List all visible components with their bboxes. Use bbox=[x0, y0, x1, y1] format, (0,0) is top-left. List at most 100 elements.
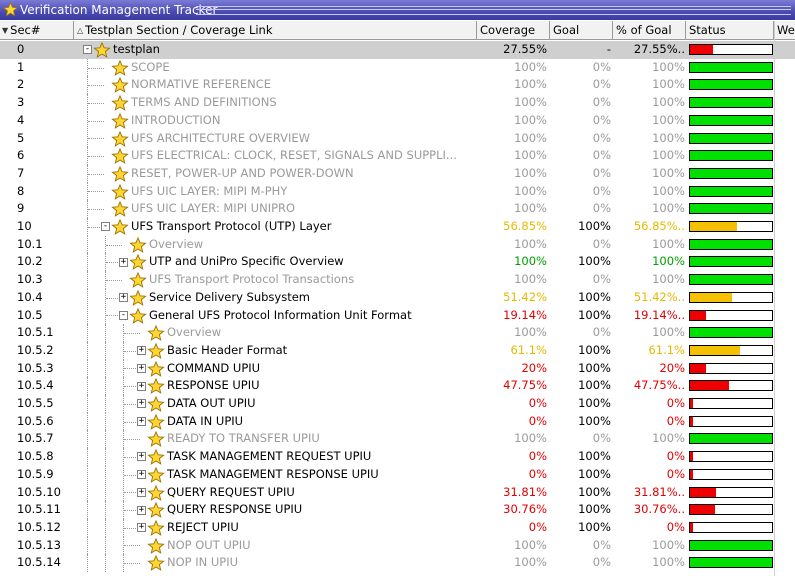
table-row[interactable]: 10.5.10 + QUERY REQUEST UPIU 31.81% 100% 31.8… bbox=[0, 483, 795, 502]
row-section-label[interactable]: RESET, POWER-UP AND POWER-DOWN bbox=[131, 165, 354, 183]
table-row[interactable]: 10.1 Overview 100% 0% 100% bbox=[0, 235, 795, 254]
table-row[interactable]: 7 RESET, POWER-UP AND POWER-DOWN 100% 0% 100… bbox=[0, 164, 795, 183]
row-section-label[interactable]: Overview bbox=[149, 236, 203, 254]
row-section-label[interactable]: UFS Transport Protocol Transactions bbox=[149, 271, 354, 289]
row-section-label[interactable]: SCOPE bbox=[131, 59, 170, 77]
expand-icon[interactable]: + bbox=[137, 399, 146, 409]
status-progress-fill bbox=[690, 204, 772, 214]
tree-branch-line bbox=[88, 102, 104, 104]
table-row[interactable]: 10.3 UFS Transport Protocol Transactions 1… bbox=[0, 271, 795, 289]
table-row[interactable]: 1 SCOPE 100% 0% 100% bbox=[0, 58, 795, 77]
row-section-label[interactable]: INTRODUCTION bbox=[131, 112, 220, 130]
table-row[interactable]: 10.5.11 + QUERY RESPONSE UPIU 30.76% 100% 30.… bbox=[0, 501, 795, 519]
table-row[interactable]: 2 NORMATIVE REFERENCE 100% 0% 100% bbox=[0, 76, 795, 95]
table-row[interactable]: 3 TERMS AND DEFINITIONS 100% 0% 100% bbox=[0, 94, 795, 112]
tree-branch-line bbox=[106, 244, 122, 246]
row-section-label[interactable]: READY TO TRANSFER UPIU bbox=[167, 430, 320, 448]
row-section-label[interactable]: UFS UIC LAYER: MIPI M-PHY bbox=[131, 183, 287, 201]
table-row[interactable]: 10.5.9 + TASK MANAGEMENT RESPONSE UPIU 0% 10… bbox=[0, 465, 795, 484]
status-progress-bar bbox=[689, 539, 773, 551]
collapse-icon[interactable]: - bbox=[101, 222, 110, 232]
header-status[interactable]: Status bbox=[686, 21, 774, 39]
row-section-label[interactable]: UFS ARCHITECTURE OVERVIEW bbox=[131, 130, 310, 148]
table-row[interactable]: 10.5.1 Overview 100% 0% 100% bbox=[0, 324, 795, 342]
header-section[interactable]: △ Testplan Section / Coverage Link bbox=[74, 21, 477, 39]
row-section-label[interactable]: Overview bbox=[167, 324, 221, 342]
row-section-label[interactable]: UFS Transport Protocol (UTP) Layer bbox=[131, 218, 331, 236]
table-row[interactable]: 10.5.4 + RESPONSE UPIU 47.75% 100% 47.75%.. bbox=[0, 377, 795, 395]
header-coverage[interactable]: Coverage bbox=[477, 21, 550, 39]
expand-icon[interactable]: + bbox=[137, 487, 146, 497]
expand-icon[interactable]: + bbox=[137, 346, 146, 356]
row-goal: 100% bbox=[578, 289, 611, 304]
expand-icon[interactable]: + bbox=[137, 523, 146, 533]
window-titlebar[interactable]: Verification Management Tracker bbox=[0, 0, 795, 20]
table-row[interactable]: 8 UFS UIC LAYER: MIPI M-PHY 100% 0% 100% bbox=[0, 182, 795, 201]
row-section-label[interactable]: QUERY RESPONSE UPIU bbox=[167, 501, 302, 519]
row-section-label[interactable]: Basic Header Format bbox=[167, 342, 287, 360]
expand-icon[interactable]: + bbox=[137, 381, 146, 391]
expand-icon[interactable]: + bbox=[137, 505, 146, 515]
table-row[interactable]: 10 - UFS Transport Protocol (UTP) Layer 56.… bbox=[0, 218, 795, 236]
expand-icon[interactable]: + bbox=[137, 363, 146, 373]
header-sec[interactable]: ▼ Sec# bbox=[0, 21, 74, 39]
header-pog[interactable]: % of Goal bbox=[613, 21, 686, 39]
expand-icon[interactable]: + bbox=[137, 452, 146, 462]
expand-icon[interactable]: + bbox=[119, 293, 128, 303]
row-section-label[interactable]: UFS UIC LAYER: MIPI UNIPRO bbox=[131, 200, 295, 218]
expand-icon[interactable]: + bbox=[119, 257, 128, 267]
tree-guide-line bbox=[87, 341, 88, 360]
row-section-label[interactable]: General UFS Protocol Information Unit Fo… bbox=[149, 307, 412, 325]
table-row[interactable]: 10.5.5 + DATA OUT UPIU 0% 100% 0% bbox=[0, 395, 795, 413]
expand-icon[interactable]: + bbox=[137, 417, 146, 427]
row-status bbox=[688, 554, 774, 572]
status-progress-bar bbox=[689, 185, 773, 197]
row-section-label[interactable]: testplan bbox=[113, 41, 160, 59]
table-row[interactable]: 10.4 + Service Delivery Subsystem 51.42% 100… bbox=[0, 288, 795, 307]
table-row[interactable]: 9 UFS UIC LAYER: MIPI UNIPRO 100% 0% 100% bbox=[0, 200, 795, 218]
row-section-label[interactable]: NOP OUT UPIU bbox=[167, 537, 251, 555]
row-section-label[interactable]: UFS ELECTRICAL: CLOCK, RESET, SIGNALS AN… bbox=[131, 147, 457, 165]
row-status bbox=[688, 448, 774, 466]
table-row[interactable]: 10.5.2 + Basic Header Format 61.1% 100% 61.1% bbox=[0, 341, 795, 360]
row-coverage: 100% bbox=[514, 183, 547, 198]
row-goal: 100% bbox=[578, 378, 611, 393]
table-row[interactable]: 10.5.14 NOP IN UPIU 100% 0% 100% bbox=[0, 554, 795, 572]
row-section-label[interactable]: UTP and UniPro Specific Overview bbox=[149, 253, 344, 271]
sort-desc-icon[interactable]: ▼ bbox=[2, 22, 8, 40]
tree-guide-line bbox=[105, 501, 106, 519]
status-progress-bar bbox=[689, 521, 773, 533]
row-section-label[interactable]: REJECT UPIU bbox=[167, 519, 239, 537]
row-section-label[interactable]: TASK MANAGEMENT RESPONSE UPIU bbox=[167, 466, 379, 484]
status-progress-bar bbox=[689, 309, 773, 321]
expand-icon[interactable]: + bbox=[137, 470, 146, 480]
table-row[interactable]: 10.5 - General UFS Protocol Information Un… bbox=[0, 306, 795, 325]
table-row[interactable]: 6 UFS ELECTRICAL: CLOCK, RESET, SIGNALS A… bbox=[0, 147, 795, 165]
row-section-label[interactable]: TERMS AND DEFINITIONS bbox=[131, 94, 277, 112]
table-row[interactable]: 0 - testplan 27.55% - 27.55%.. bbox=[0, 41, 795, 59]
row-section-label[interactable]: RESPONSE UPIU bbox=[167, 377, 260, 395]
table-row[interactable]: 10.2 + UTP and UniPro Specific Overview 100… bbox=[0, 253, 795, 272]
table-row[interactable]: 10.5.7 READY TO TRANSFER UPIU 100% 0% 100% bbox=[0, 430, 795, 449]
table-row[interactable]: 10.5.13 NOP OUT UPIU 100% 0% 100% bbox=[0, 536, 795, 555]
collapse-icon[interactable]: - bbox=[119, 310, 128, 320]
row-section-label[interactable]: NORMATIVE REFERENCE bbox=[131, 76, 271, 94]
header-goal[interactable]: Goal bbox=[550, 21, 613, 39]
table-row[interactable]: 10.5.3 + COMMAND UPIU 20% 100% 20% bbox=[0, 359, 795, 378]
status-progress-fill bbox=[690, 345, 740, 355]
table-row[interactable]: 10.5.8 + TASK MANAGEMENT REQUEST UPIU 0% 100… bbox=[0, 448, 795, 466]
row-coverage: 51.42% bbox=[503, 289, 547, 304]
row-section-label[interactable]: Service Delivery Subsystem bbox=[149, 289, 310, 307]
row-section-label[interactable]: DATA OUT UPIU bbox=[167, 395, 256, 413]
row-section-label[interactable]: NOP IN UPIU bbox=[167, 554, 238, 572]
row-section-label[interactable]: QUERY REQUEST UPIU bbox=[167, 484, 295, 502]
row-section-label[interactable]: TASK MANAGEMENT REQUEST UPIU bbox=[167, 448, 371, 466]
row-section-label[interactable]: DATA IN UPIU bbox=[167, 413, 243, 431]
table-row[interactable]: 10.5.12 + REJECT UPIU 0% 100% 0% bbox=[0, 518, 795, 537]
table-row[interactable]: 10.5.6 + DATA IN UPIU 0% 100% 0% bbox=[0, 412, 795, 431]
header-weight[interactable]: We bbox=[774, 21, 795, 39]
row-section-label[interactable]: COMMAND UPIU bbox=[167, 360, 260, 378]
table-row[interactable]: 5 UFS ARCHITECTURE OVERVIEW 100% 0% 100% bbox=[0, 129, 795, 148]
collapse-icon[interactable]: - bbox=[83, 45, 92, 55]
table-row[interactable]: 4 INTRODUCTION 100% 0% 100% bbox=[0, 111, 795, 130]
